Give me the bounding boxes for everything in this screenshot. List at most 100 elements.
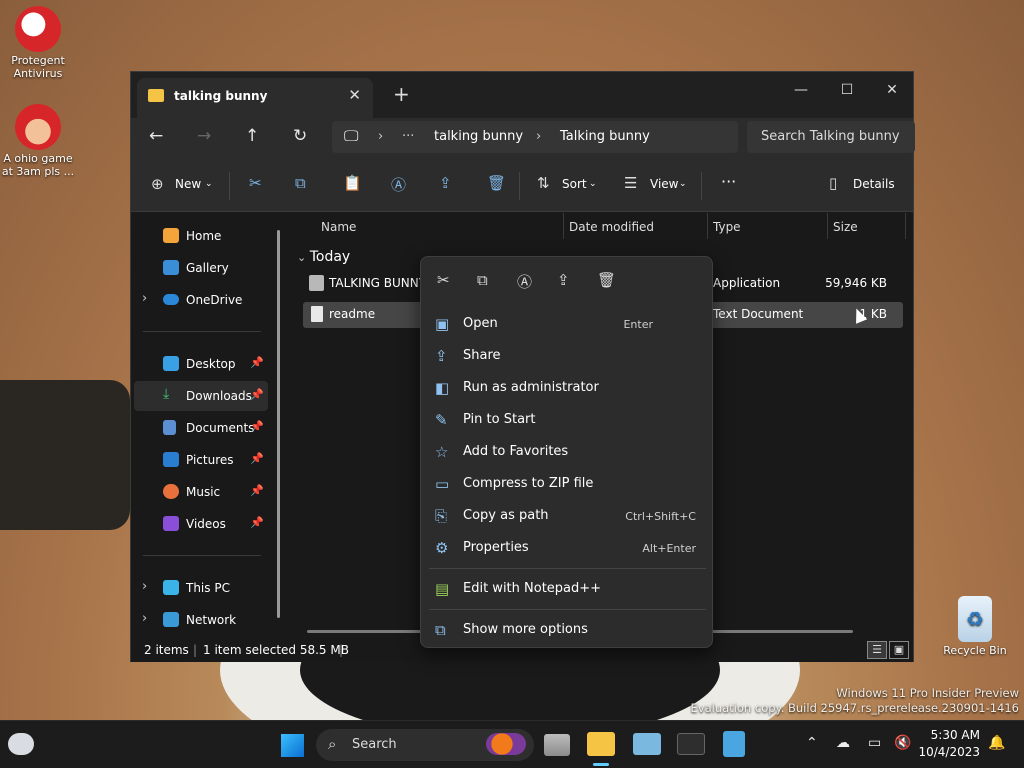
- menu-item-label: Show more options: [463, 622, 588, 637]
- delete-icon[interactable]: 🗑: [487, 174, 506, 192]
- share-icon[interactable]: ⇪: [557, 271, 570, 289]
- address-bar[interactable]: 🖵 › ··· talking bunny › Talking bunny: [332, 121, 738, 153]
- menu-item-edit-notepadpp[interactable]: ▤ Edit with Notepad++: [426, 574, 707, 604]
- menu-item-open[interactable]: ▣ Open Enter: [426, 309, 707, 339]
- sidebar-item-gallery[interactable]: Gallery: [134, 253, 268, 283]
- home-icon: [163, 228, 179, 243]
- column-header-size[interactable]: Size: [833, 220, 858, 234]
- chevron-right-icon[interactable]: ›: [142, 611, 147, 626]
- ellipsis-icon[interactable]: ···: [402, 129, 414, 144]
- copy-icon[interactable]: ⧉: [477, 271, 488, 289]
- details-button[interactable]: Details: [853, 177, 895, 191]
- desktop-icon-protegent[interactable]: Protegent Antivirus: [0, 6, 76, 80]
- cut-icon[interactable]: ✂: [249, 174, 262, 192]
- new-tab-icon[interactable]: +: [393, 82, 410, 106]
- music-icon: [163, 484, 179, 499]
- terminal-taskbar-icon[interactable]: [677, 733, 705, 755]
- notepad-taskbar-icon[interactable]: [723, 731, 745, 757]
- watermark-line2: Evaluation copy. Build 25947.rs_prerelea…: [690, 701, 1019, 715]
- sidebar-item-this-pc[interactable]: › This PC: [134, 573, 268, 603]
- sort-button[interactable]: Sort: [562, 177, 587, 191]
- tiles-view-button[interactable]: ▣: [889, 641, 909, 659]
- desktop-icon-label: A ohio game at 3am pls ...: [1, 152, 75, 178]
- sidebar-item-onedrive[interactable]: › OneDrive: [134, 285, 268, 315]
- details-view-button[interactable]: ☰: [867, 641, 887, 659]
- clock[interactable]: 5:30 AM 10/4/2023: [918, 727, 980, 761]
- desktop-icon-ohio-game[interactable]: A ohio game at 3am pls ...: [0, 104, 76, 178]
- sidebar-item-music[interactable]: Music 📌: [134, 477, 268, 507]
- show-hidden-icons-icon[interactable]: ⌃: [806, 735, 818, 751]
- file-type: Application: [713, 276, 781, 290]
- close-window-button[interactable]: ✕: [869, 76, 915, 104]
- notepadpp-icon: ▤: [435, 580, 450, 598]
- tab-talking-bunny[interactable]: talking bunny ✕: [137, 78, 373, 118]
- sidebar-item-downloads[interactable]: ⤓ Downloads 📌: [134, 381, 268, 411]
- pin-icon[interactable]: 📌: [250, 484, 264, 497]
- menu-item-run-as-admin[interactable]: ◧ Run as administrator: [426, 373, 707, 403]
- minimize-button[interactable]: —: [778, 76, 824, 104]
- nav-scrollbar[interactable]: [277, 230, 280, 618]
- pin-icon[interactable]: 📌: [250, 516, 264, 529]
- menu-item-share[interactable]: ⇪ Share: [426, 341, 707, 371]
- menu-item-pin-to-start[interactable]: ✎ Pin to Start: [426, 405, 707, 435]
- notification-bell-icon[interactable]: 🔔: [988, 735, 1005, 751]
- sidebar-item-videos[interactable]: Videos 📌: [134, 509, 268, 539]
- sidebar-item-documents[interactable]: Documents 📌: [134, 413, 268, 443]
- menu-item-properties[interactable]: ⚙ Properties Alt+Enter: [426, 533, 707, 563]
- new-button[interactable]: New: [175, 177, 201, 191]
- pictures-icon: [163, 452, 179, 467]
- start-button[interactable]: [276, 729, 308, 761]
- breadcrumb-item[interactable]: Talking bunny: [560, 129, 650, 144]
- delete-icon[interactable]: 🗑: [597, 271, 616, 289]
- sidebar-item-pictures[interactable]: Pictures 📌: [134, 445, 268, 475]
- display-icon[interactable]: ▭: [868, 735, 881, 751]
- column-divider: [563, 213, 564, 239]
- rename-icon[interactable]: Ⓐ: [517, 271, 532, 292]
- column-header-date[interactable]: Date modified: [569, 220, 654, 234]
- column-header-name[interactable]: Name: [321, 220, 356, 234]
- task-view-icon[interactable]: [544, 734, 570, 756]
- refresh-icon[interactable]: ↻: [293, 126, 307, 146]
- share-icon[interactable]: ⇪: [439, 174, 452, 192]
- onedrive-status-icon[interactable]: ☁: [836, 735, 850, 751]
- sidebar-item-home[interactable]: Home: [134, 221, 268, 251]
- more-options-icon[interactable]: ···: [721, 172, 736, 191]
- desktop-icon-recycle-bin[interactable]: ♻ Recycle Bin: [937, 596, 1013, 657]
- back-icon[interactable]: ←: [149, 126, 163, 146]
- pc-icon: 🖵: [344, 127, 359, 145]
- view-button[interactable]: View: [650, 177, 678, 191]
- sidebar-item-desktop[interactable]: Desktop 📌: [134, 349, 268, 379]
- menu-item-copy-as-path[interactable]: ⎘ Copy as path Ctrl+Shift+C: [426, 501, 707, 531]
- sidebar-item-network[interactable]: › Network: [134, 605, 268, 635]
- chevron-right-icon[interactable]: ›: [142, 579, 147, 594]
- menu-item-compress-zip[interactable]: ▭ Compress to ZIP file: [426, 469, 707, 499]
- close-tab-icon[interactable]: ✕: [348, 86, 361, 104]
- column-divider: [905, 213, 906, 239]
- taskbar-search[interactable]: ⌕ Search: [316, 729, 534, 761]
- breadcrumb-item[interactable]: talking bunny: [434, 129, 523, 144]
- chevron-right-icon[interactable]: ›: [142, 291, 147, 306]
- more-options-icon: ⧉: [435, 621, 446, 639]
- tab-title: talking bunny: [174, 89, 268, 103]
- up-icon[interactable]: ↑: [245, 126, 259, 146]
- column-header-type[interactable]: Type: [713, 220, 741, 234]
- paste-icon[interactable]: 📋: [343, 174, 362, 192]
- menu-item-show-more-options[interactable]: ⧉ Show more options: [426, 615, 707, 645]
- volume-muted-icon[interactable]: 🔇: [894, 735, 911, 751]
- maximize-button[interactable]: ☐: [824, 76, 870, 104]
- pin-icon[interactable]: 📌: [250, 420, 264, 433]
- system-monitor-taskbar-icon[interactable]: [633, 733, 661, 755]
- weather-widget-icon[interactable]: [8, 733, 34, 755]
- cut-icon[interactable]: ✂: [437, 271, 450, 289]
- desktop-icon: [163, 356, 179, 371]
- menu-item-add-to-favorites[interactable]: ☆ Add to Favorites: [426, 437, 707, 467]
- copy-icon[interactable]: ⧉: [295, 174, 306, 192]
- rename-icon[interactable]: Ⓐ: [391, 174, 406, 195]
- pin-icon[interactable]: 📌: [250, 356, 264, 369]
- file-explorer-taskbar-icon[interactable]: [587, 732, 615, 756]
- forward-icon[interactable]: →: [197, 126, 211, 146]
- pin-icon[interactable]: 📌: [250, 388, 264, 401]
- search-input[interactable]: Search Talking bunny: [747, 121, 915, 153]
- group-header[interactable]: ⌄ Today: [297, 249, 350, 265]
- pin-icon[interactable]: 📌: [250, 452, 264, 465]
